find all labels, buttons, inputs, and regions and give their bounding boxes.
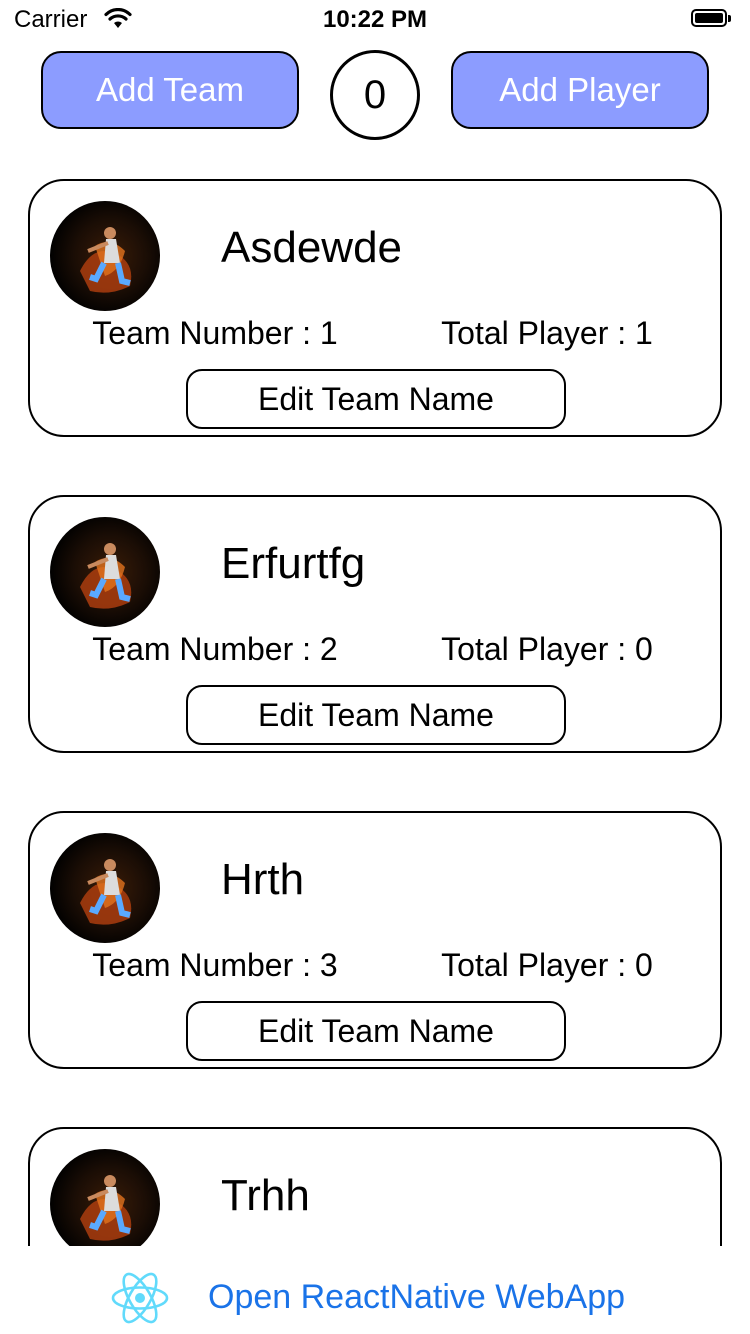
footer-bar: Open ReactNative WebApp xyxy=(0,1246,750,1334)
player-photo xyxy=(50,833,160,943)
team-counter: 0 xyxy=(330,50,420,140)
team-name: Asdewde xyxy=(221,223,403,272)
total-player: Total Player : 0 xyxy=(441,947,653,983)
team-card: Hrth Team Number : 3 Total Player : 0 Ed… xyxy=(28,811,722,1069)
player-photo xyxy=(50,517,160,627)
team-name: Hrth xyxy=(221,855,305,904)
player-photo xyxy=(50,201,160,311)
team-card: Asdewde Team Number : 1 Total Player : 1… xyxy=(28,179,722,437)
edit-team-name-button[interactable]: Edit Team Name xyxy=(186,1001,566,1061)
clock: 10:22 PM xyxy=(322,6,428,33)
team-name: Trhh xyxy=(221,1171,310,1220)
team-card: Erfurtfg Team Number : 2 Total Player : … xyxy=(28,495,722,753)
battery-icon xyxy=(691,9,733,29)
total-player: Total Player : 0 xyxy=(441,631,653,667)
react-logo-icon xyxy=(110,1268,170,1328)
total-player: Total Player : 1 xyxy=(441,315,653,351)
team-number: Team Number : 2 xyxy=(92,631,338,667)
add-player-button[interactable]: Add Player xyxy=(451,51,709,129)
team-list[interactable]: Asdewde Team Number : 1 Total Player : 1… xyxy=(0,150,750,1246)
status-bar: Carrier 10:22 PM xyxy=(0,0,750,40)
player-photo xyxy=(50,1149,160,1246)
edit-team-name-button[interactable]: Edit Team Name xyxy=(186,369,566,429)
open-webapp-link[interactable]: Open ReactNative WebApp xyxy=(208,1278,625,1317)
edit-team-name-button[interactable]: Edit Team Name xyxy=(186,685,566,745)
team-card: Trhh xyxy=(28,1127,722,1246)
team-name: Erfurtfg xyxy=(221,539,366,588)
add-team-button[interactable]: Add Team xyxy=(41,51,299,129)
team-number: Team Number : 1 xyxy=(92,315,338,351)
team-number: Team Number : 3 xyxy=(92,947,338,983)
